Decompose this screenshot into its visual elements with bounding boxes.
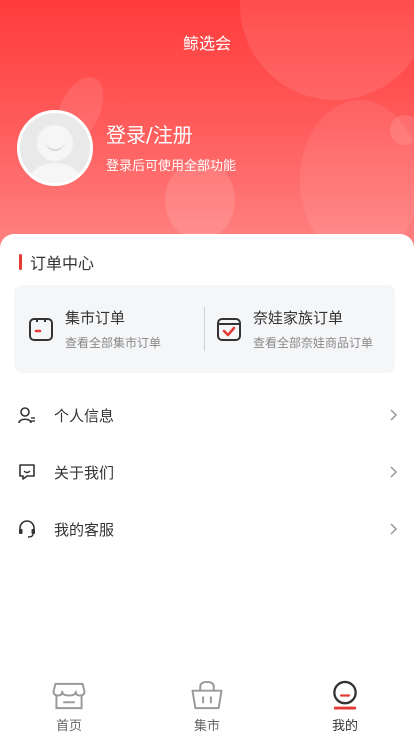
section-accent-bar bbox=[19, 254, 22, 270]
chevron-right-icon bbox=[390, 409, 398, 421]
family-order-icon bbox=[216, 316, 242, 342]
tab-label: 我的 bbox=[331, 719, 358, 734]
market-order-entry[interactable]: 集市订单 查看全部集市订单 bbox=[28, 285, 161, 373]
chevron-right-icon bbox=[390, 466, 398, 478]
login-register-link[interactable]: 登录/注册 bbox=[106, 119, 193, 148]
tab-profile[interactable]: 我的 bbox=[276, 668, 414, 734]
page-title: 鲸选会 bbox=[182, 34, 231, 53]
divider bbox=[204, 307, 205, 351]
tab-home[interactable]: 首页 bbox=[0, 668, 138, 734]
profile-icon bbox=[333, 680, 357, 710]
login-hint: 登录后可使用全部功能 bbox=[106, 159, 237, 174]
family-order-entry[interactable]: 奈娃家族订单 查看全部奈娃商品订单 bbox=[216, 285, 373, 373]
chevron-right-icon bbox=[390, 523, 398, 535]
tab-label: 首页 bbox=[55, 719, 82, 734]
bottom-tab-bar: 首页 集市 我的 bbox=[0, 668, 414, 734]
decor-bubble bbox=[390, 115, 414, 145]
order-subtitle: 查看全部集市订单 bbox=[65, 336, 162, 350]
menu-label: 个人信息 bbox=[54, 406, 115, 425]
chat-bubble-icon bbox=[19, 464, 35, 480]
content-card: 订单中心 集市订单 查看全部集市订单 奈娃家族订单 查看全部奈娃商品订单 个人信… bbox=[0, 234, 414, 734]
store-icon bbox=[52, 682, 86, 710]
order-title: 集市订单 bbox=[65, 309, 126, 327]
menu-item-personal-info[interactable]: 个人信息 bbox=[0, 387, 414, 443]
order-panel: 集市订单 查看全部集市订单 奈娃家族订单 查看全部奈娃商品订单 bbox=[14, 285, 395, 373]
market-order-icon bbox=[28, 316, 54, 342]
menu-item-about-us[interactable]: 关于我们 bbox=[0, 444, 414, 500]
profile-header: 鲸选会 登录/注册 登录后可使用全部功能 bbox=[0, 0, 414, 270]
menu-label: 我的客服 bbox=[54, 520, 115, 539]
order-center-title: 订单中心 bbox=[19, 250, 94, 274]
tab-label: 集市 bbox=[193, 719, 220, 734]
order-title: 奈娃家族订单 bbox=[253, 309, 344, 327]
menu-label: 关于我们 bbox=[54, 463, 115, 482]
menu-item-customer-service[interactable]: 我的客服 bbox=[0, 501, 414, 557]
order-subtitle: 查看全部奈娃商品订单 bbox=[253, 336, 374, 350]
person-icon bbox=[18, 407, 35, 424]
avatar[interactable] bbox=[17, 110, 93, 186]
basket-icon bbox=[191, 680, 223, 710]
headset-icon bbox=[19, 520, 35, 538]
tab-market[interactable]: 集市 bbox=[138, 668, 276, 734]
